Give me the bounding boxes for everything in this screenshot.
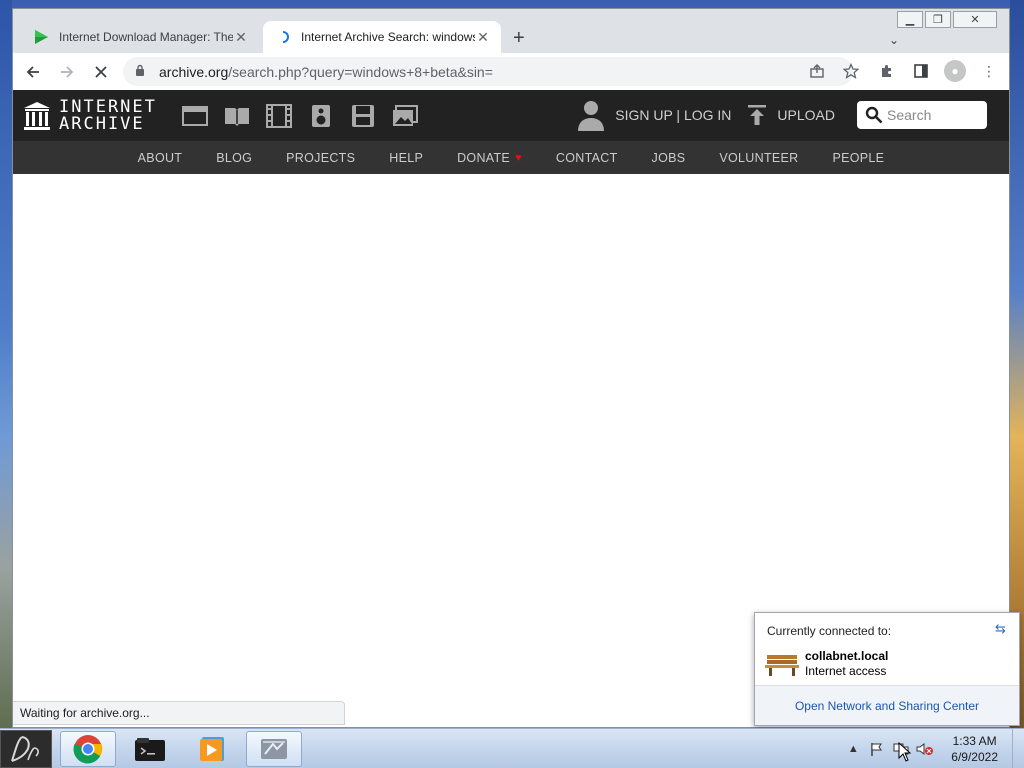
network-popup: Currently connected to: ⇆ collabnet.loca… [754, 612, 1020, 726]
menu-kebab-icon[interactable]: ⋮ [977, 58, 1001, 84]
show-hidden-icons-chevron-icon[interactable]: ▲ [843, 739, 863, 759]
upload-link[interactable]: UPLOAD [777, 107, 835, 123]
nav-contact[interactable]: CONTACT [539, 151, 635, 165]
forward-arrow-icon [61, 65, 74, 78]
software-icon[interactable] [349, 104, 377, 128]
network-popup-footer: Open Network and Sharing Center [755, 685, 1019, 725]
heart-icon: ♥ [515, 151, 522, 164]
nav-projects[interactable]: PROJECTS [269, 151, 372, 165]
chrome-icon [73, 735, 103, 764]
action-center-flag-icon[interactable] [867, 739, 887, 759]
tab-close-icon[interactable]: ✕ [475, 29, 491, 46]
ia-topnav: INTERNET ARCHIVE SIGN UP | LOG IN UPLOAD… [13, 90, 1009, 141]
bookmark-star-icon[interactable] [842, 62, 860, 82]
start-button[interactable] [0, 730, 52, 768]
nav-blog[interactable]: BLOG [199, 151, 269, 165]
tab-title: Internet Download Manager: The [59, 30, 233, 44]
toolbar-right: ● ⋮ [875, 58, 1001, 84]
url-host: archive.org [159, 63, 229, 80]
omnibox-actions [809, 62, 860, 82]
ia-logo-line1: INTERNET [59, 96, 157, 117]
network-bench-icon [765, 655, 799, 676]
taskbar-network-tool[interactable] [246, 731, 302, 767]
tab-internet-archive-search[interactable]: Internet Archive Search: windows ✕ [263, 21, 501, 53]
tab-close-icon[interactable]: ✕ [233, 29, 249, 46]
network-name: collabnet.local [805, 649, 889, 663]
nav-donate[interactable]: DONATE ♥ [440, 151, 539, 165]
back-button[interactable] [19, 58, 47, 86]
clock-time: 1:33 AM [952, 734, 997, 748]
nav-people[interactable]: PEOPLE [815, 151, 901, 165]
media-player-icon [200, 737, 224, 761]
tab-title: Internet Archive Search: windows [301, 30, 475, 44]
tab-internet-download-manager[interactable]: Internet Download Manager: The ✕ [21, 21, 259, 53]
upload-arrow-icon[interactable] [747, 104, 767, 126]
ia-logo-line2: ARCHIVE [59, 113, 145, 134]
system-tray: ▲ 1:33 AM 6/9/2022 [841, 729, 1024, 768]
taskbar-media-player[interactable] [184, 731, 240, 767]
nav-help[interactable]: HELP [372, 151, 440, 165]
taskbar-chrome[interactable] [60, 731, 116, 767]
play-triangle-icon [33, 29, 49, 45]
ia-user-area: SIGN UP | LOG IN UPLOAD Search [577, 99, 987, 131]
video-icon[interactable] [265, 103, 293, 128]
media-type-icons [181, 103, 419, 128]
signup-login-link[interactable]: SIGN UP | LOG IN [615, 107, 731, 123]
start-logo-icon [11, 736, 39, 762]
ia-subnav: ABOUT BLOG PROJECTS HELP DONATE ♥ CONTACT… [13, 141, 1009, 174]
ia-search-input[interactable]: Search [857, 101, 987, 129]
url-path: /search.php?query=windows+8+beta&sin= [228, 63, 493, 80]
share-icon[interactable] [809, 63, 825, 82]
nav-donate-label: DONATE [457, 150, 511, 165]
refresh-arrows-icon[interactable]: ⇆ [995, 621, 1011, 636]
web-icon[interactable] [181, 104, 209, 128]
network-tool-icon [261, 739, 287, 759]
search-placeholder: Search [887, 107, 932, 123]
ia-logo-text: INTERNET ARCHIVE [59, 96, 157, 134]
status-bubble: Waiting for archive.org... [13, 701, 345, 725]
taskbar: ▲ 1:33 AM 6/9/2022 [0, 728, 1024, 768]
network-status: Internet access [805, 664, 887, 678]
volume-muted-icon[interactable] [915, 739, 935, 759]
stop-x-icon [95, 65, 107, 78]
browser-toolbar: archive.org/search.php?query=windows+8+b… [13, 53, 1009, 90]
texts-icon[interactable] [223, 104, 251, 128]
images-icon[interactable] [391, 104, 419, 128]
loading-spinner-icon [275, 29, 291, 45]
tab-search-chevron-icon[interactable]: ⌄ [889, 33, 899, 47]
user-person-icon[interactable] [577, 99, 605, 131]
address-bar[interactable]: archive.org/search.php?query=windows+8+b… [123, 57, 853, 86]
clock-date: 6/9/2022 [951, 750, 998, 764]
system-clock[interactable]: 1:33 AM 6/9/2022 [951, 733, 998, 765]
ia-logo[interactable]: INTERNET ARCHIVE [23, 96, 157, 134]
lock-icon [135, 64, 149, 79]
network-header: Currently connected to: [767, 624, 892, 638]
search-icon [865, 106, 883, 124]
back-arrow-icon [26, 65, 39, 78]
mouse-cursor-icon [898, 742, 912, 762]
show-desktop-button[interactable] [1012, 729, 1024, 768]
profile-avatar-icon[interactable]: ● [943, 58, 967, 84]
forward-button[interactable] [53, 58, 81, 86]
desktop-wallpaper-left [0, 0, 12, 728]
taskbar-terminal[interactable] [122, 731, 178, 767]
nav-jobs[interactable]: JOBS [635, 151, 703, 165]
side-panel-icon[interactable] [909, 58, 933, 84]
stop-loading-button[interactable] [87, 58, 115, 86]
open-network-sharing-center-link[interactable]: Open Network and Sharing Center [795, 699, 979, 713]
nav-volunteer[interactable]: VOLUNTEER [702, 151, 815, 165]
archive-temple-icon [24, 101, 50, 130]
terminal-folder-icon [135, 738, 165, 761]
audio-icon[interactable] [307, 104, 335, 128]
tab-strip: Internet Download Manager: The ✕ Interne… [13, 17, 1009, 53]
new-tab-button[interactable]: + [513, 27, 525, 50]
nav-about[interactable]: ABOUT [121, 151, 200, 165]
extensions-puzzle-icon[interactable] [875, 58, 899, 84]
